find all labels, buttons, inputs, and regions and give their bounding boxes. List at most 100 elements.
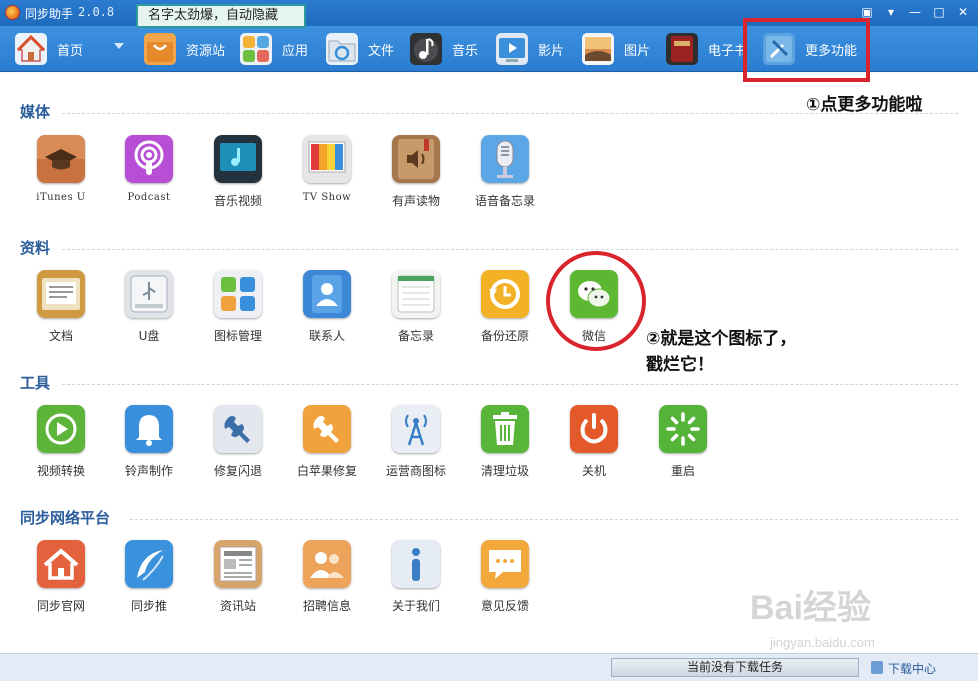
signal-tower-icon xyxy=(392,405,440,453)
download-icon[interactable] xyxy=(871,661,883,674)
restart-icon xyxy=(659,405,707,453)
baidu-watermark: Bai经验 xyxy=(750,589,871,627)
toolbar-files[interactable]: 文件 xyxy=(326,31,394,67)
feedback-icon xyxy=(481,540,529,588)
tile-label: 白苹果修复 xyxy=(296,464,357,478)
toolbar-photos[interactable]: 图片 xyxy=(582,31,650,67)
tile-shutdown[interactable]: 关机 xyxy=(554,405,634,495)
toolbar-label: 应用 xyxy=(282,43,309,59)
tile-restart[interactable]: 重启 xyxy=(643,405,723,495)
toolbar-resource[interactable]: 资源站 xyxy=(144,31,225,67)
tile-label: iTunes U xyxy=(36,192,86,203)
news-icon xyxy=(214,540,262,588)
tile-voice-memo[interactable]: 语音备忘录 xyxy=(465,135,545,225)
tile-label: 重启 xyxy=(670,464,695,478)
annotation-step2-line1: ②就是这个图标了， xyxy=(646,329,797,349)
tile-tv-show[interactable]: TV Show xyxy=(287,135,367,225)
music-video-icon xyxy=(214,135,262,183)
tile-notes[interactable]: 备忘录 xyxy=(376,270,456,360)
more-features-highlight-box xyxy=(743,18,870,82)
status-bar: 当前没有下载任务 下载中心 xyxy=(0,653,978,681)
bell-icon xyxy=(125,405,173,453)
tile-backup-restore[interactable]: 备份还原 xyxy=(465,270,545,360)
tile-label: 语音备忘录 xyxy=(474,194,535,208)
maximize-button[interactable]: □ xyxy=(930,4,948,20)
toolbar-label: 文件 xyxy=(368,43,395,59)
tile-label: 同步推 xyxy=(130,599,167,613)
toolbar-label: 影片 xyxy=(538,43,565,59)
tile-audiobook[interactable]: 有声读物 xyxy=(376,135,456,225)
tile-feedback[interactable]: 意见反馈 xyxy=(465,540,545,630)
folder-icon xyxy=(326,33,358,65)
section-title-tools: 工具 xyxy=(20,374,51,392)
tile-label: 修复闪退 xyxy=(213,464,262,478)
baidu-watermark-url: jingyan.baidu.com xyxy=(770,635,875,650)
tile-about-us[interactable]: 关于我们 xyxy=(376,540,456,630)
tile-itunes-u[interactable]: iTunes U xyxy=(21,135,101,225)
photo-icon xyxy=(582,33,614,65)
audiobook-icon xyxy=(392,135,440,183)
tile-news[interactable]: 资讯站 xyxy=(198,540,278,630)
close-button[interactable]: ✕ xyxy=(954,4,972,20)
app-title: 同步助手 xyxy=(25,7,74,21)
music-icon xyxy=(410,33,442,65)
toolbar-apps[interactable]: 应用 xyxy=(240,31,308,67)
app-version: 2.0.8 xyxy=(78,5,115,19)
annotation-step1: ①点更多功能啦 xyxy=(806,95,923,115)
tile-sync-push[interactable]: 同步推 xyxy=(109,540,189,630)
annotation-step2-line2: 戳烂它！ xyxy=(646,355,714,375)
toolbar-label: 资源站 xyxy=(186,43,226,59)
tile-podcast[interactable]: Podcast xyxy=(109,135,189,225)
wrench-orange-icon xyxy=(303,405,351,453)
section-divider xyxy=(130,519,958,520)
tile-ringtone[interactable]: 铃声制作 xyxy=(109,405,189,495)
podcast-icon xyxy=(125,135,173,183)
document-icon xyxy=(37,270,85,318)
name-tooltip: 名字太劲爆，自动隐藏 xyxy=(136,4,306,28)
toolbar-music[interactable]: 音乐 xyxy=(410,31,478,67)
window-controls: ▣ ▾ — □ ✕ xyxy=(858,4,972,20)
home-icon xyxy=(15,33,47,65)
home-dropdown-chevron-down-icon[interactable] xyxy=(114,43,124,49)
power-icon xyxy=(570,405,618,453)
toolbar-label: 图片 xyxy=(624,43,651,59)
tile-label: 意见反馈 xyxy=(480,599,529,613)
tile-clean-junk[interactable]: 清理垃圾 xyxy=(465,405,545,495)
sync-push-icon xyxy=(125,540,173,588)
tile-icon-manager[interactable]: 图标管理 xyxy=(198,270,278,360)
section-title-media: 媒体 xyxy=(20,103,51,121)
minimize-button[interactable]: — xyxy=(906,4,924,20)
tile-label: 有声读物 xyxy=(391,194,440,208)
menu-button[interactable]: ▾ xyxy=(882,4,900,20)
tile-label: 音乐视频 xyxy=(213,194,262,208)
toolbar-home[interactable]: 首页 xyxy=(15,31,83,67)
tile-contacts[interactable]: 联系人 xyxy=(287,270,367,360)
section-title-network: 同步网络平台 xyxy=(20,509,111,527)
video-icon xyxy=(496,33,528,65)
tile-usb-drive[interactable]: U盘 xyxy=(109,270,189,360)
info-icon xyxy=(392,540,440,588)
apps-icon xyxy=(240,33,272,65)
tile-label: Podcast xyxy=(127,192,171,203)
section-divider xyxy=(62,249,958,250)
tile-label: 关于我们 xyxy=(391,599,440,613)
tv-show-icon xyxy=(303,135,351,183)
tile-fix-crash[interactable]: 修复闪退 xyxy=(198,405,278,495)
microphone-icon xyxy=(481,135,529,183)
notes-icon xyxy=(392,270,440,318)
tile-white-apple-fix[interactable]: 白苹果修复 xyxy=(287,405,367,495)
tile-music-video[interactable]: 音乐视频 xyxy=(198,135,278,225)
toolbar-video[interactable]: 影片 xyxy=(496,31,564,67)
section-divider xyxy=(62,384,958,385)
toolbar-label: 音乐 xyxy=(452,43,479,59)
toolbar-ebooks[interactable]: 电子书 xyxy=(666,31,747,67)
tile-carrier-icon[interactable]: 运营商图标 xyxy=(376,405,456,495)
tile-label: TV Show xyxy=(302,192,352,203)
tile-label: 运营商图标 xyxy=(385,464,446,478)
tile-recruitment[interactable]: 招聘信息 xyxy=(287,540,367,630)
tile-video-convert[interactable]: 视频转换 xyxy=(21,405,101,495)
tile-documents[interactable]: 文档 xyxy=(21,270,101,360)
tile-official-site[interactable]: 同步官网 xyxy=(21,540,101,630)
download-center-link[interactable]: 下载中心 xyxy=(888,660,936,677)
book-icon xyxy=(666,33,698,65)
